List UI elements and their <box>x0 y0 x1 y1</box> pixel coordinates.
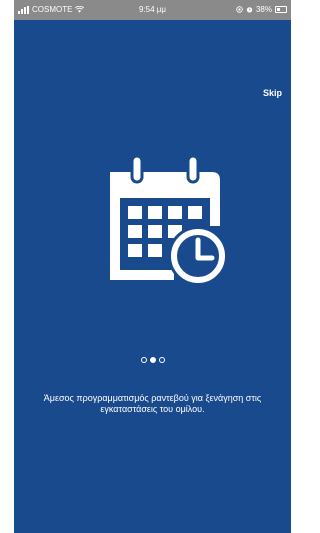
battery-icon <box>275 6 287 13</box>
status-bar: COSMOTE 9:54 μμ 38% <box>14 0 291 20</box>
skip-button[interactable]: Skip <box>263 88 282 98</box>
page-dot[interactable] <box>149 357 156 363</box>
alarm-clock-icon <box>246 7 253 13</box>
battery-percent: 38% <box>255 5 272 14</box>
calendar-clock-icon <box>110 154 228 286</box>
status-right: 38% <box>236 5 287 14</box>
onboarding-screen: COSMOTE 9:54 μμ 38% Skip Άμεσος προγραμμ… <box>14 0 291 533</box>
page-dot[interactable] <box>158 357 165 363</box>
page-indicator[interactable] <box>14 357 291 363</box>
location-icon <box>236 6 243 13</box>
page-dot[interactable] <box>140 357 147 363</box>
onboarding-description: Άμεσος προγραμματισμός ραντεβού για ξενά… <box>43 393 262 414</box>
battery-level-fill <box>277 8 281 11</box>
